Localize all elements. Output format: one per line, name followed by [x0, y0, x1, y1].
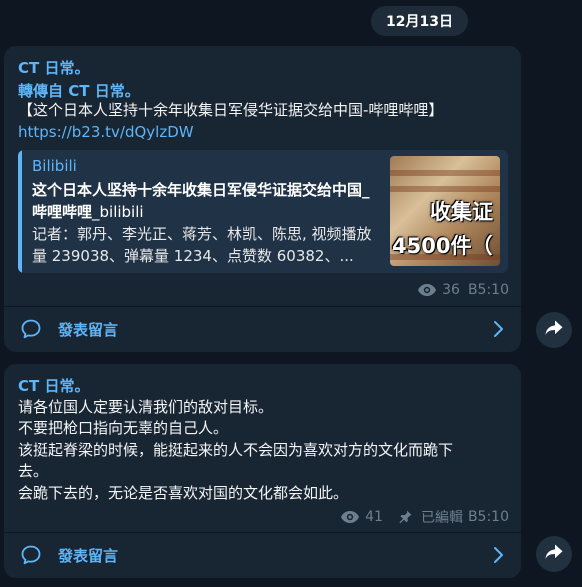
link-preview[interactable]: Bilibili 这个日本人坚持十余年收集日军侵华证据交给中国_哔哩哔哩_bil…	[18, 150, 508, 273]
share-arrow-icon	[544, 543, 564, 565]
thumbnail-text-1: 收集证	[430, 200, 493, 224]
preview-title: 这个日本人坚持十余年收集日军侵华证据交给中国_哔哩哔哩_bilibili	[32, 179, 382, 223]
view-count: 36	[442, 282, 460, 298]
chevron-right-icon	[492, 546, 504, 568]
forwarded-header[interactable]: 轉傳自 CT 日常。	[18, 80, 140, 101]
forwarded-prefix: 轉傳自	[18, 82, 69, 100]
message-time: B5:10	[467, 282, 509, 298]
message-line: 会跪下去的，无论是否喜欢对国的文化都会如此。	[18, 484, 349, 502]
preview-site-name: Bilibili	[32, 157, 77, 175]
message-meta: 41 已編輯 B5:10	[340, 507, 509, 527]
view-count: 41	[365, 509, 383, 525]
preview-title-main: 这个日本人坚持十余年收集日军侵华证据交给中国_哔哩哔哩	[32, 181, 370, 221]
message-line: 请各位国人定要认清我们的敌对目标。	[18, 398, 274, 416]
eye-icon	[417, 283, 437, 297]
forwarded-source[interactable]: CT 日常。	[68, 82, 139, 100]
message-text: 【这个日本人坚持十余年收集日军侵华证据交给中国-哔哩哔哩】	[18, 101, 444, 119]
message-time: B5:10	[467, 509, 509, 525]
message-meta: 36 B5:10	[417, 282, 509, 298]
message-link[interactable]: https://b23.tv/dQylzDW	[18, 123, 194, 141]
thumbnail-text-2: 4500件（	[392, 234, 493, 258]
share-button[interactable]	[536, 312, 572, 348]
comment-label: 發表留言	[58, 547, 119, 565]
message-line: 去。	[18, 462, 49, 480]
preview-thumbnail[interactable]: 收集证 4500件（	[390, 156, 500, 266]
pin-icon	[397, 509, 413, 525]
message-line: 不要把枪口指向无辜的自己人。	[18, 419, 229, 437]
message-line: 该挺起脊梁的时候，能挺起来的人不会因为喜欢对方的文化而跪下	[18, 441, 454, 459]
comment-bubble-icon	[20, 318, 42, 344]
share-button[interactable]	[536, 536, 572, 572]
eye-icon	[340, 510, 360, 524]
chat-view: 12月13日 CT 日常。 轉傳自 CT 日常。 【这个日本人坚持十余年收集日军…	[0, 0, 582, 587]
preview-description: 记者：郭丹、李光正、蒋芳、林凯、陈思, 视频播放量 239038、弹幕量 123…	[32, 225, 372, 265]
chevron-right-icon	[492, 320, 504, 342]
sender-name[interactable]: CT 日常。	[18, 57, 89, 78]
comment-bubble-icon	[20, 544, 42, 570]
preview-accent-bar	[18, 150, 22, 273]
comments-button[interactable]: 發表留言	[4, 307, 521, 351]
message-bubble[interactable]: CT 日常。 请各位国人定要认清我们的敌对目标。 不要把枪口指向无辜的自己人。 …	[4, 364, 521, 578]
comments-button[interactable]: 發表留言	[4, 533, 521, 577]
edited-label: 已編輯	[420, 510, 463, 526]
date-separator: 12月13日	[371, 6, 468, 36]
sender-name[interactable]: CT 日常。	[18, 375, 89, 396]
share-arrow-icon	[544, 319, 564, 341]
comment-label: 發表留言	[58, 321, 119, 339]
message-bubble[interactable]: CT 日常。 轉傳自 CT 日常。 【这个日本人坚持十余年收集日军侵华证据交给中…	[4, 46, 521, 352]
preview-title-suffix: _bilibili	[92, 203, 144, 221]
